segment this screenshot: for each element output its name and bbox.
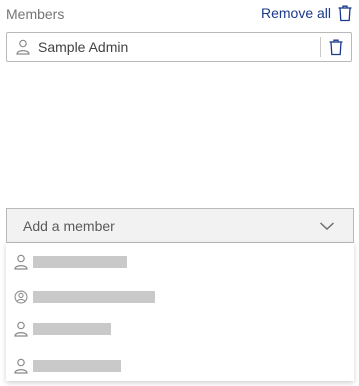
remove-all-label: Remove all	[260, 5, 331, 21]
member-option[interactable]	[6, 314, 354, 344]
add-member-dropdown[interactable]: Add a member	[6, 208, 354, 243]
members-label: Members	[6, 6, 65, 22]
member-option[interactable]	[6, 351, 354, 381]
trash-icon	[329, 39, 343, 56]
member-name: Sample Admin	[38, 39, 129, 55]
redacted-name	[33, 323, 111, 335]
members-panel: Members Remove all Sample Admin Add a me…	[0, 0, 359, 386]
remove-member-button[interactable]	[328, 38, 344, 56]
redacted-name	[33, 291, 155, 303]
chevron-down-icon	[319, 221, 335, 231]
redacted-name	[33, 360, 121, 372]
chip-divider	[320, 37, 321, 57]
user-icon	[16, 39, 30, 55]
user-circle-icon	[14, 289, 28, 305]
member-options-list	[6, 243, 354, 381]
member-chip: Sample Admin	[6, 32, 352, 62]
add-member-placeholder: Add a member	[23, 217, 115, 234]
redacted-name	[33, 256, 127, 268]
user-icon	[14, 358, 28, 374]
member-option[interactable]	[6, 282, 354, 312]
trash-icon	[337, 4, 353, 22]
user-icon	[14, 254, 28, 270]
remove-all-button[interactable]: Remove all	[261, 4, 353, 22]
member-option[interactable]	[6, 247, 354, 277]
user-icon	[14, 321, 28, 337]
